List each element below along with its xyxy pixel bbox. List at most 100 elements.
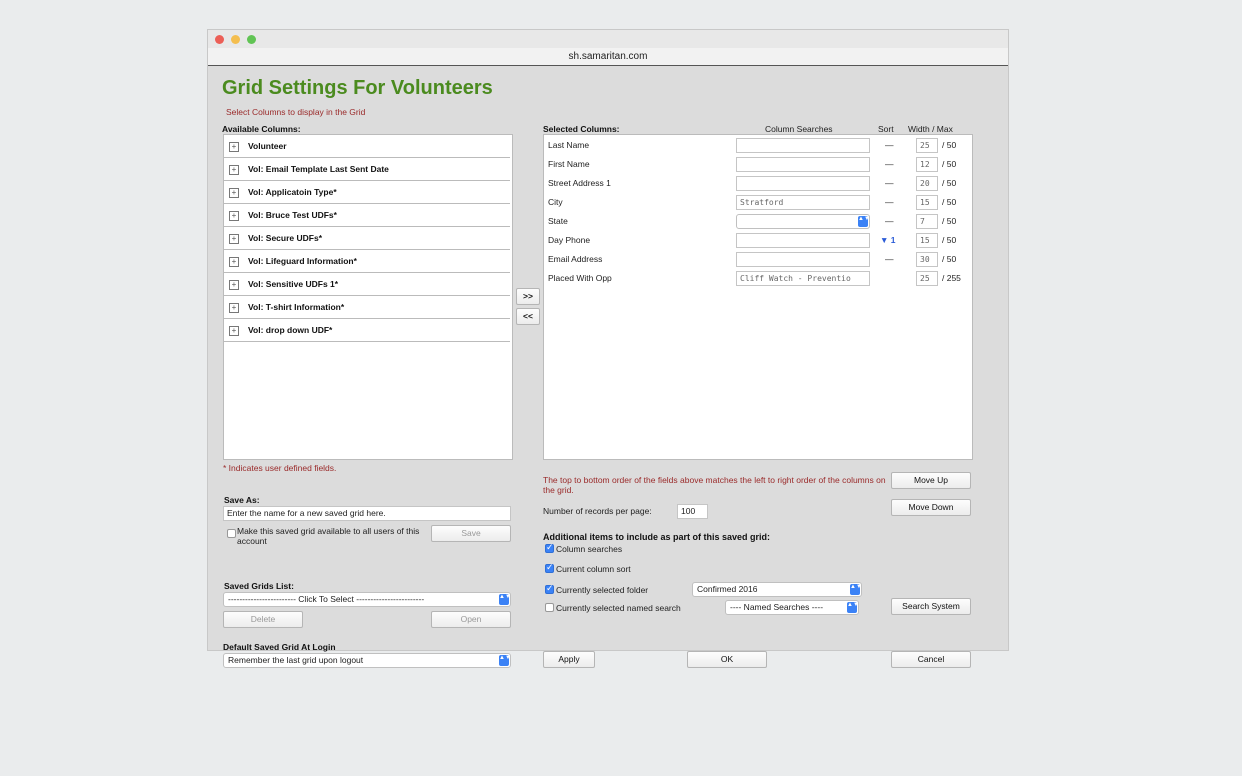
selected-folder-label: Currently selected folder (556, 585, 649, 595)
column-width-input[interactable]: 25 (916, 271, 938, 286)
sort-indicator[interactable]: — (885, 178, 894, 188)
column-searches-checkbox[interactable] (545, 542, 554, 553)
available-column-item[interactable]: + Volunteer (224, 136, 510, 158)
available-columns-list[interactable]: + Volunteer + Vol: Email Template Last Sen… (223, 134, 513, 460)
selected-column-row[interactable]: Day Phone ▼ 1 15 / 50 (544, 231, 970, 250)
window-titlebar (208, 30, 1008, 48)
default-grid-select-value: Remember the last grid upon logout (228, 655, 364, 665)
sort-indicator[interactable]: — (885, 159, 894, 169)
expand-plus-icon[interactable]: + (229, 280, 239, 290)
selected-columns-label: Selected Columns: (543, 124, 620, 134)
selected-column-row[interactable]: Placed With Opp Cliff Watch - Preventio … (544, 269, 970, 288)
state-search-select[interactable]: ▲▼ (736, 214, 870, 229)
apply-button[interactable]: Apply (543, 651, 595, 668)
named-search-checkbox[interactable] (545, 603, 554, 612)
expand-plus-icon[interactable]: + (229, 326, 239, 336)
folder-select[interactable]: Confirmed 2016 ▲▼ (692, 582, 862, 597)
selected-column-row[interactable]: First Name — 12 / 50 (544, 155, 970, 174)
column-width-input[interactable]: 12 (916, 157, 938, 172)
share-grid-label: Make this saved grid available to all us… (237, 526, 420, 546)
selected-column-row[interactable]: State ▲▼ — 7 / 50 (544, 212, 970, 231)
default-grid-select[interactable]: Remember the last grid upon logout ▲▼ (223, 653, 511, 668)
selected-columns-list: Last Name — 25 / 50 First Name — 12 / 50… (543, 134, 973, 460)
column-width-input[interactable]: 20 (916, 176, 938, 191)
selected-column-row[interactable]: Street Address 1 — 20 / 50 (544, 174, 970, 193)
selected-column-name: City (548, 197, 563, 207)
page-subtitle: Select Columns to display in the Grid (226, 107, 366, 117)
sort-indicator[interactable]: — (885, 254, 894, 264)
column-width-input[interactable]: 15 (916, 233, 938, 248)
column-search-input[interactable] (736, 157, 870, 172)
udf-note: * Indicates user defined fields. (223, 463, 337, 473)
order-note: The top to bottom order of the fields ab… (543, 475, 886, 495)
expand-plus-icon[interactable]: + (229, 188, 239, 198)
close-window-icon[interactable] (215, 35, 224, 44)
saved-grids-label: Saved Grids List: (224, 581, 294, 591)
select-arrows-icon: ▲▼ (858, 216, 869, 227)
expand-plus-icon[interactable]: + (229, 303, 239, 313)
selected-column-row[interactable]: City Stratford — 15 / 50 (544, 193, 970, 212)
column-width-input[interactable]: 25 (916, 138, 938, 153)
selected-folder-checkbox[interactable] (545, 583, 554, 594)
expand-plus-icon[interactable]: + (229, 142, 239, 152)
available-column-label: Vol: Sensitive UDFs 1* (248, 279, 339, 289)
select-arrows-icon: ▲▼ (499, 655, 510, 666)
browser-window: sh.samaritan.com Grid Settings For Volun… (208, 30, 1008, 668)
ok-button[interactable]: OK (687, 651, 767, 668)
selected-column-name: Day Phone (548, 235, 591, 245)
available-column-item[interactable]: + Vol: Secure UDFs* (224, 228, 510, 250)
add-column-button[interactable]: >> (516, 288, 540, 305)
named-search-label: Currently selected named search (556, 603, 681, 613)
expand-plus-icon[interactable]: + (229, 257, 239, 267)
selected-column-row[interactable]: Email Address — 30 / 50 (544, 250, 970, 269)
available-column-item[interactable]: + Vol: T-shirt Information* (224, 297, 510, 319)
share-grid-checkbox[interactable] (227, 529, 236, 538)
expand-plus-icon[interactable]: + (229, 211, 239, 221)
column-width-input[interactable]: 30 (916, 252, 938, 267)
column-width-input[interactable]: 15 (916, 195, 938, 210)
column-search-input[interactable] (736, 233, 870, 248)
column-search-input[interactable] (736, 176, 870, 191)
records-per-page-input[interactable]: 100 (677, 504, 708, 519)
minimize-window-icon[interactable] (231, 35, 240, 44)
available-column-item[interactable]: + Vol: Applicatoin Type* (224, 182, 510, 204)
saved-grids-select[interactable]: ------------------------ Click To Select… (223, 592, 511, 607)
move-down-button[interactable]: Move Down (891, 499, 971, 516)
address-bar[interactable]: sh.samaritan.com (208, 48, 1008, 66)
move-up-button[interactable]: Move Up (891, 472, 971, 489)
grid-settings-dialog: Grid Settings For Volunteers Select Colu… (208, 66, 1008, 668)
available-column-label: Vol: drop down UDF* (248, 325, 333, 335)
named-search-select[interactable]: ---- Named Searches ---- ▲▼ (725, 600, 859, 615)
expand-plus-icon[interactable]: + (229, 165, 239, 175)
available-column-item[interactable]: + Vol: Bruce Test UDFs* (224, 205, 510, 227)
selected-column-row[interactable]: Last Name — 25 / 50 (544, 136, 970, 155)
search-system-button[interactable]: Search System (891, 598, 971, 615)
selected-column-name: State (548, 216, 568, 226)
maximize-window-icon[interactable] (247, 35, 256, 44)
available-column-item[interactable]: + Vol: Lifeguard Information* (224, 251, 510, 273)
sort-indicator[interactable]: — (885, 197, 894, 207)
column-search-input[interactable]: Cliff Watch - Preventio (736, 271, 870, 286)
open-button[interactable]: Open (431, 611, 511, 628)
available-column-item[interactable]: + Vol: drop down UDF* (224, 320, 510, 342)
expand-plus-icon[interactable]: + (229, 234, 239, 244)
column-search-input[interactable] (736, 138, 870, 153)
save-button[interactable]: Save (431, 525, 511, 542)
available-column-label: Vol: Secure UDFs* (248, 233, 323, 243)
save-as-label: Save As: (224, 495, 260, 505)
sort-descending-indicator[interactable]: ▼ 1 (880, 235, 896, 245)
delete-button[interactable]: Delete (223, 611, 303, 628)
column-search-input[interactable] (736, 252, 870, 267)
column-max-width: / 50 (942, 254, 957, 264)
column-sort-checkbox[interactable] (545, 562, 554, 573)
column-width-input[interactable]: 7 (916, 214, 938, 229)
sort-indicator[interactable]: — (885, 140, 894, 150)
save-as-input[interactable]: Enter the name for a new saved grid here… (223, 506, 511, 521)
available-column-item[interactable]: + Vol: Sensitive UDFs 1* (224, 274, 510, 296)
available-column-item[interactable]: + Vol: Email Template Last Sent Date (224, 159, 510, 181)
remove-column-button[interactable]: << (516, 308, 540, 325)
column-search-input[interactable]: Stratford (736, 195, 870, 210)
sort-indicator[interactable]: — (885, 216, 894, 226)
selected-column-name: Street Address 1 (548, 178, 611, 188)
cancel-button[interactable]: Cancel (891, 651, 971, 668)
